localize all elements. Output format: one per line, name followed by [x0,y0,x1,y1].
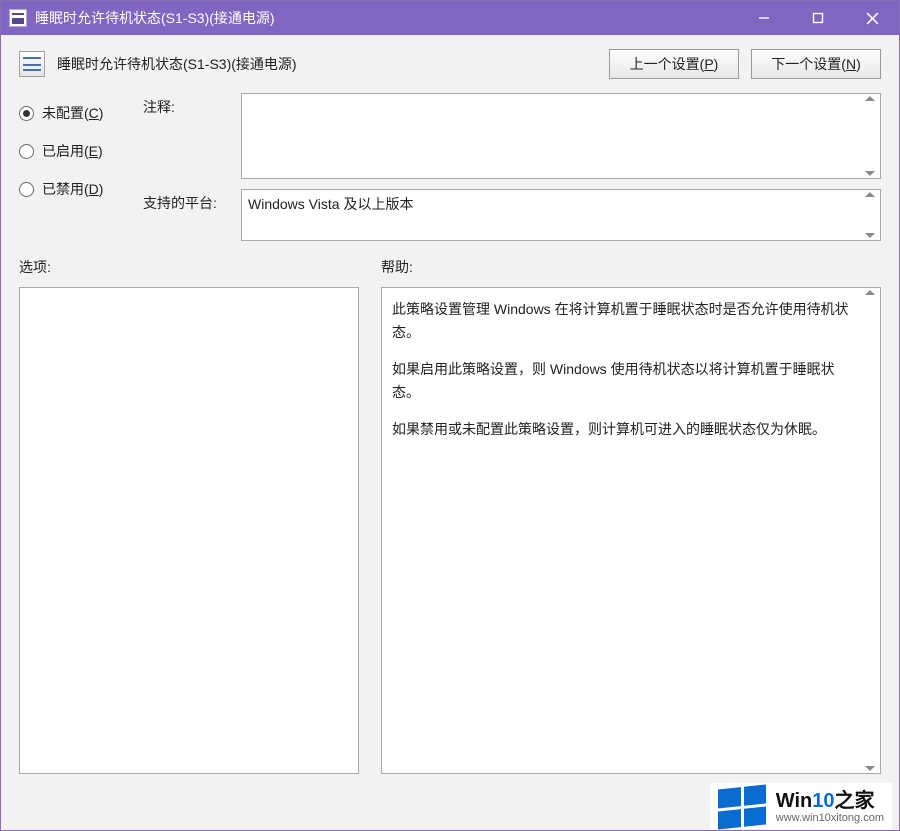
watermark: Win10之家 www.win10xitong.com [710,783,892,829]
options-label: 选项: [19,253,359,287]
app-icon [9,9,27,27]
prev-setting-button[interactable]: 上一个设置(P) [609,49,739,79]
state-radio-group: 未配置(C) 已启用(E) 已禁用(D) [19,93,139,241]
radio-indicator [19,106,34,121]
platform-value: Windows Vista 及以上版本 [248,196,413,212]
platform-textbox: Windows Vista 及以上版本 [241,189,881,241]
radio-indicator [19,182,34,197]
help-content: 此策略设置管理 Windows 在将计算机置于睡眠状态时是否允许使用待机状态。 … [382,288,880,465]
options-column: 选项: [19,253,359,774]
platform-scroll[interactable] [862,190,878,240]
maximize-button[interactable] [791,1,845,35]
options-box[interactable] [19,287,359,774]
radio-enabled[interactable]: 已启用(E) [19,141,139,161]
titlebar[interactable]: 睡眠时允许待机状态(S1-S3)(接通电源) [1,1,899,35]
lower-area: 选项: 帮助: 此策略设置管理 Windows 在将计算机置于睡眠状态时是否允许… [1,245,899,778]
windows-logo-icon [718,784,766,829]
scroll-up-icon [865,192,875,197]
header-row: 睡眠时允许待机状态(S1-S3)(接通电源) 上一个设置(P) 下一个设置(N) [1,35,899,87]
help-scroll[interactable] [862,288,878,773]
window-controls [737,1,899,35]
fields-column: 注释: 支持的平台: Windows Vista 及以上版本 [143,93,881,241]
help-column: 帮助: 此策略设置管理 Windows 在将计算机置于睡眠状态时是否允许使用待机… [381,253,881,774]
config-area: 未配置(C) 已启用(E) 已禁用(D) 注释: [1,87,899,245]
scroll-down-icon [865,766,875,771]
watermark-url: www.win10xitong.com [776,812,884,824]
radio-disabled[interactable]: 已禁用(D) [19,179,139,199]
window-title: 睡眠时允许待机状态(S1-S3)(接通电源) [35,8,737,28]
help-paragraph: 如果启用此策略设置，则 Windows 使用待机状态以将计算机置于睡眠状态。 [392,358,858,404]
policy-icon [19,51,45,77]
scroll-up-icon [865,96,875,101]
platform-row: 支持的平台: Windows Vista 及以上版本 [143,189,881,241]
next-setting-button[interactable]: 下一个设置(N) [751,49,881,79]
help-paragraph: 此策略设置管理 Windows 在将计算机置于睡眠状态时是否允许使用待机状态。 [392,298,858,344]
help-label: 帮助: [381,253,881,287]
scroll-down-icon [865,171,875,176]
scroll-up-icon [865,290,875,295]
setting-name: 睡眠时允许待机状态(S1-S3)(接通电源) [57,54,597,74]
comment-textbox[interactable] [241,93,881,179]
scroll-down-icon [865,233,875,238]
client-area: 睡眠时允许待机状态(S1-S3)(接通电源) 上一个设置(P) 下一个设置(N)… [1,35,899,830]
dialog-window: 睡眠时允许待机状态(S1-S3)(接通电源) 睡眠时允许待机状态(S1-S3)(… [0,0,900,831]
minimize-button[interactable] [737,1,791,35]
help-paragraph: 如果禁用或未配置此策略设置，则计算机可进入的睡眠状态仅为休眠。 [392,418,858,441]
help-box[interactable]: 此策略设置管理 Windows 在将计算机置于睡眠状态时是否允许使用待机状态。 … [381,287,881,774]
comment-scroll[interactable] [862,94,878,178]
close-button[interactable] [845,1,899,35]
platform-label: 支持的平台: [143,189,233,213]
comment-row: 注释: [143,93,881,179]
radio-indicator [19,144,34,159]
nav-button-group: 上一个设置(P) 下一个设置(N) [609,49,881,79]
watermark-brand: Win10之家 [776,790,884,812]
radio-not-configured[interactable]: 未配置(C) [19,103,139,123]
comment-label: 注释: [143,93,233,117]
